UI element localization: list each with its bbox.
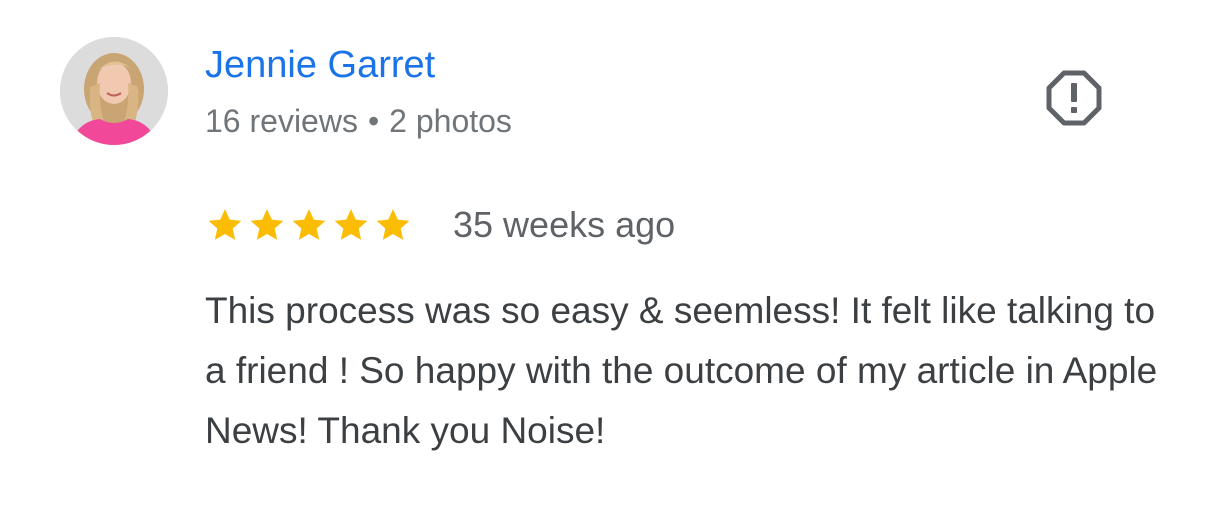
avatar[interactable] — [60, 37, 168, 145]
star-icon — [250, 209, 284, 240]
author-meta: 16 reviews • 2 photos — [205, 100, 512, 142]
photos-count: 2 photos — [389, 103, 512, 139]
rating-row: 35 weeks ago — [205, 200, 675, 250]
reviews-count: 16 reviews — [205, 103, 358, 139]
report-octagon-icon — [1046, 70, 1102, 126]
review-card: Jennie Garret 16 reviews • 2 photos 35 wee… — [0, 0, 1206, 520]
profile-photo — [60, 37, 168, 145]
review-date: 35 weeks ago — [453, 204, 676, 245]
review-text: This process was so easy & seemless! It … — [205, 290, 1158, 451]
star-icon — [334, 209, 368, 240]
star-icon — [208, 209, 242, 240]
star-icon — [376, 209, 410, 240]
author-name[interactable]: Jennie Garret — [205, 40, 435, 90]
report-button[interactable] — [1040, 64, 1108, 132]
star-rating — [205, 205, 415, 245]
star-icon — [292, 209, 326, 240]
meta-separator: • — [367, 103, 380, 139]
